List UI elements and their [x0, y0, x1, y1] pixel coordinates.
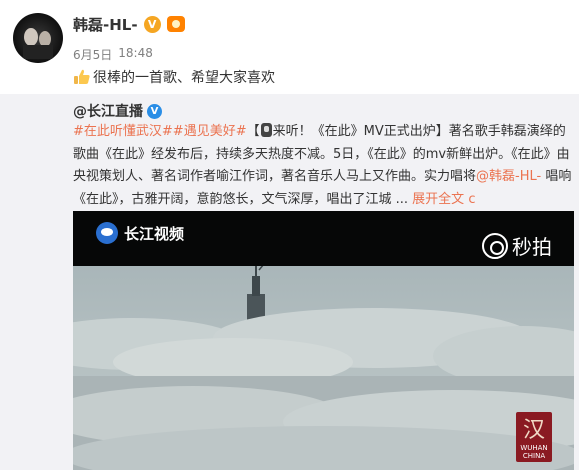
- expand-arrow-icon[interactable]: c: [468, 192, 475, 207]
- wuhan-glyph: 汉: [522, 418, 545, 443]
- verified-badge-icon: V: [143, 15, 161, 33]
- video-player[interactable]: 汉 WUHAN CHINA 长江视频 秒拍: [73, 211, 574, 470]
- repost-user-row: @长江直播 V: [73, 101, 162, 121]
- post-text: 很棒的一首歌、希望大家喜欢: [73, 67, 275, 87]
- hashtag-link[interactable]: #遇见美好#: [173, 124, 247, 139]
- mention-link[interactable]: @韩磊-HL-: [476, 169, 541, 184]
- post-header: 韩磊-HL- V 6月5日 18:48 很棒的一首歌、希望大家喜欢: [0, 0, 579, 94]
- channel-logo-icon: [96, 222, 118, 244]
- thumbs-up-icon: [74, 69, 90, 84]
- repost-body: #在此听懂武汉##遇见美好#【 来听！《在此》MV正式出炉】著名歌手韩磊演绎的歌曲…: [73, 121, 573, 211]
- avatar[interactable]: [13, 13, 63, 63]
- member-badge-icon[interactable]: [166, 16, 185, 32]
- post-time[interactable]: 18:48: [118, 46, 153, 63]
- username-row: 韩磊-HL- V: [73, 13, 185, 35]
- post-text-content: 很棒的一首歌、希望大家喜欢: [93, 70, 275, 86]
- cityscape-fog-image: [73, 257, 574, 470]
- username[interactable]: 韩磊-HL-: [73, 14, 138, 35]
- camera-icon: [482, 232, 508, 259]
- repost-author[interactable]: @长江直播: [73, 101, 143, 121]
- microphone-icon: [260, 123, 272, 137]
- post-meta: 6月5日 18:48: [73, 46, 153, 63]
- expand-full-text-link[interactable]: 展开全文: [412, 192, 464, 207]
- channel-logo-text: 长江视频: [124, 224, 185, 243]
- blue-verified-icon: V: [147, 103, 162, 119]
- reposted-card: @长江直播 V #在此听懂武汉##遇见美好#【 来听！《在此》MV正式出炉】著名歌…: [0, 94, 579, 470]
- wuhan-text: WUHAN CHINA: [520, 444, 548, 460]
- miaopai-text: 秒拍: [512, 235, 552, 259]
- channel-logo: 长江视频: [96, 222, 184, 244]
- hashtag-link[interactable]: #在此听懂武汉#: [73, 124, 173, 139]
- wuhan-china-logo: 汉 WUHAN CHINA: [516, 412, 552, 462]
- miaopai-watermark: 秒拍: [482, 231, 552, 260]
- video-frame: 汉 WUHAN CHINA: [73, 257, 574, 470]
- post-date[interactable]: 6月5日: [73, 46, 112, 63]
- bracket-text: 【: [246, 124, 260, 139]
